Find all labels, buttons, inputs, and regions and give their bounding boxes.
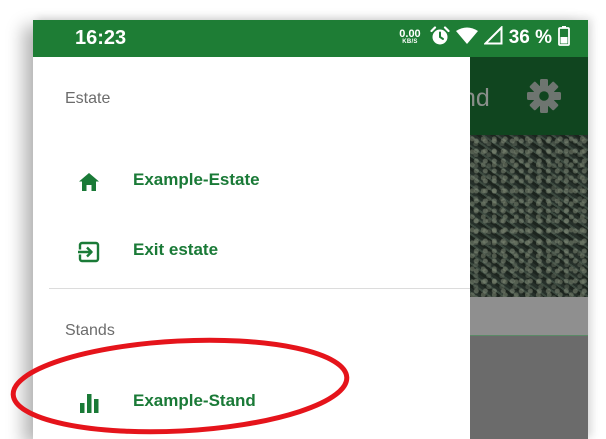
wifi-icon: [455, 27, 478, 50]
gear-icon[interactable]: [526, 78, 562, 119]
drawer-divider: [49, 288, 470, 289]
divider-line: [470, 335, 588, 336]
background-app-screen: nd: [462, 57, 588, 439]
home-icon: [77, 170, 101, 194]
network-speed-unit: KB/S: [402, 39, 418, 46]
drawer-item-exit-estate[interactable]: Exit estate: [33, 223, 470, 279]
bar-chart-icon: [77, 391, 101, 415]
cellular-signal-icon: [482, 25, 503, 50]
list-area: [470, 297, 588, 335]
drawer-item-label: Example-Estate: [133, 170, 260, 189]
drawer-item-label: Exit estate: [133, 240, 219, 259]
network-speed: 0.00 KB/S: [399, 29, 420, 46]
section-header-stands: Stands: [65, 322, 115, 339]
alarm-clock-icon: [430, 25, 450, 51]
phone-screenshot: 16:23 0.00 KB/S 36 % nd Estate Example-E…: [33, 20, 588, 439]
map-area: [470, 135, 588, 297]
battery-icon: [558, 25, 570, 51]
navigation-drawer: Estate Example-Estate Exit estate Stands: [33, 57, 470, 439]
drawer-item-example-estate[interactable]: Example-Estate: [33, 153, 470, 209]
drawer-item-example-stand[interactable]: Example-Stand: [33, 374, 470, 430]
drawer-item-label: Example-Stand: [133, 391, 256, 410]
exit-icon: [77, 240, 101, 264]
status-icons: 0.00 KB/S 36 %: [399, 24, 570, 52]
battery-percentage: 36 %: [508, 27, 552, 48]
app-bar: nd: [462, 57, 588, 135]
status-bar: 16:23 0.00 KB/S 36 %: [33, 20, 588, 57]
status-time: 16:23: [75, 27, 127, 49]
section-header-estate: Estate: [65, 90, 111, 107]
